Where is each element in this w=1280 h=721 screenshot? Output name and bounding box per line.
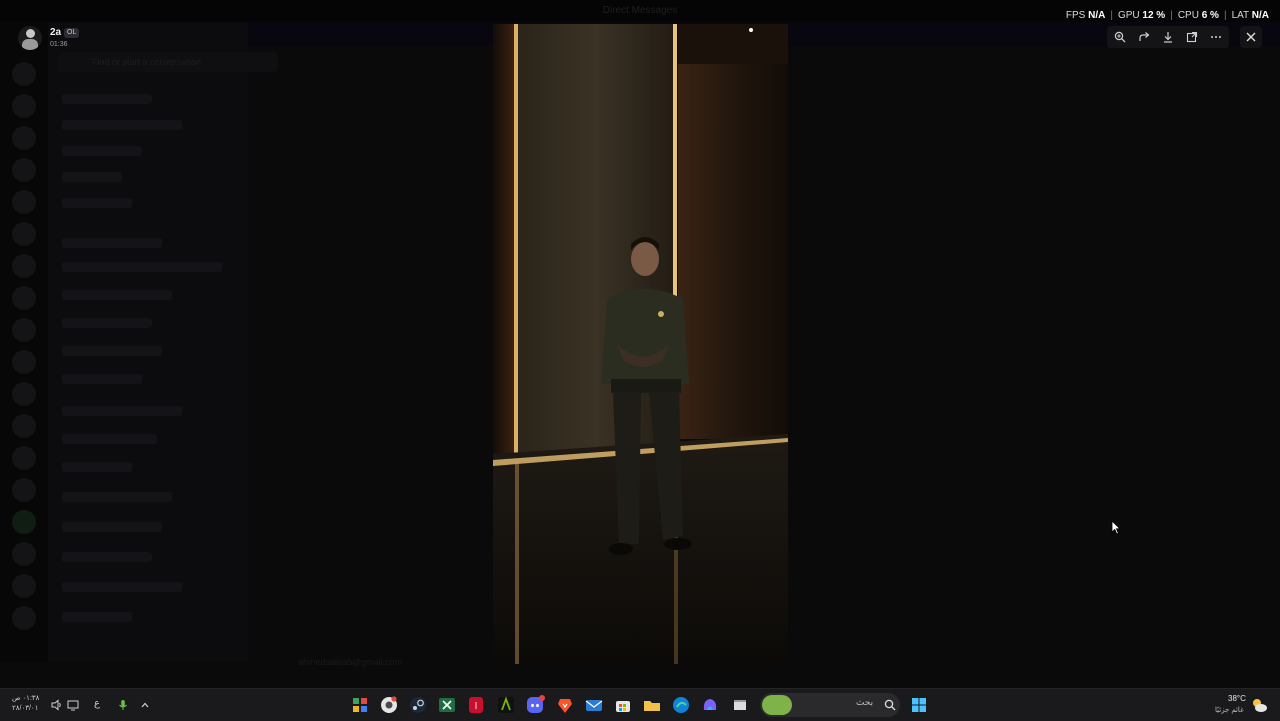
search-icon [884, 698, 896, 716]
weather-description: غائم جزئيًا [1215, 707, 1244, 714]
download-icon[interactable] [1160, 29, 1176, 45]
fps-value: N/A [1088, 10, 1106, 21]
forward-icon[interactable] [1136, 29, 1152, 45]
microphone-icon[interactable] [116, 698, 130, 712]
close-icon[interactable] [1240, 26, 1262, 48]
weather-icon[interactable] [1250, 696, 1268, 719]
zoom-in-icon[interactable] [1112, 29, 1128, 45]
more-icon[interactable] [1208, 29, 1224, 45]
mouse-cursor-icon [1111, 520, 1121, 540]
window-icon[interactable] [730, 695, 750, 715]
red-app-icon[interactable]: ا [466, 695, 486, 715]
volume-icon[interactable] [50, 698, 64, 712]
discord-icon[interactable] [525, 695, 545, 715]
lat-label: LAT [1231, 10, 1249, 21]
chrome-icon[interactable] [379, 695, 399, 715]
background-search: Find or start a conversation [58, 52, 278, 72]
svg-text:ا: ا [475, 702, 478, 712]
language-indicator[interactable]: ع [94, 698, 100, 709]
app-grid-icon[interactable] [350, 695, 370, 715]
store-icon[interactable] [613, 695, 633, 715]
clock-date: ٢٨/٠٣/٠١ [12, 705, 39, 712]
user-badge: OL [64, 28, 80, 38]
background-email: ahmedsaleab@gmail.com [298, 657, 403, 667]
elapsed-time: 01:36 [50, 41, 68, 48]
nvidia-icon[interactable] [496, 695, 516, 715]
mail-icon[interactable] [584, 695, 604, 715]
background-dm-list [48, 22, 248, 662]
user-name: 2a [50, 27, 62, 38]
open-external-icon[interactable] [1184, 29, 1200, 45]
avatar [18, 26, 42, 50]
weather-temperature: 38°C [1228, 694, 1246, 703]
viewer-toolbar [1107, 26, 1229, 48]
background-server-rail [0, 22, 48, 662]
network-icon[interactable] [66, 698, 80, 712]
chevron-up-icon[interactable] [138, 698, 152, 712]
gpu-value: 12 % [1142, 10, 1166, 21]
performance-overlay: FPS N/A | GPU 12 % | CPU 6 % | LAT N/A [1065, 10, 1269, 21]
excel-icon[interactable] [437, 695, 457, 715]
windows-icon [912, 698, 926, 712]
search-decoration-icon [762, 695, 792, 715]
taskbar: ٠١:٣٨ ص ٢٨/٠٣/٠١ ع ا بحث 38°C غائم جزئيً… [0, 688, 1280, 721]
file-explorer-icon[interactable] [642, 695, 662, 715]
clock-time: ٠١:٣٨ ص [12, 695, 40, 702]
cpu-value: 6 % [1201, 10, 1219, 21]
tray-clock[interactable]: ٠١:٣٨ ص ٢٨/٠٣/٠١ [12, 694, 39, 714]
copilot-icon[interactable] [700, 695, 720, 715]
fps-label: FPS [1065, 10, 1086, 21]
edge-icon[interactable] [671, 695, 691, 715]
gpu-label: GPU [1117, 10, 1140, 21]
start-button[interactable] [909, 695, 929, 715]
steam-icon[interactable] [408, 695, 428, 715]
brave-icon[interactable] [555, 695, 575, 715]
taskbar-search[interactable] [760, 693, 900, 717]
photo-illustration [493, 24, 788, 664]
cpu-label: CPU [1177, 10, 1199, 21]
lat-value: N/A [1251, 10, 1269, 21]
search-label: بحث [856, 697, 874, 707]
photo-preview [493, 24, 788, 664]
